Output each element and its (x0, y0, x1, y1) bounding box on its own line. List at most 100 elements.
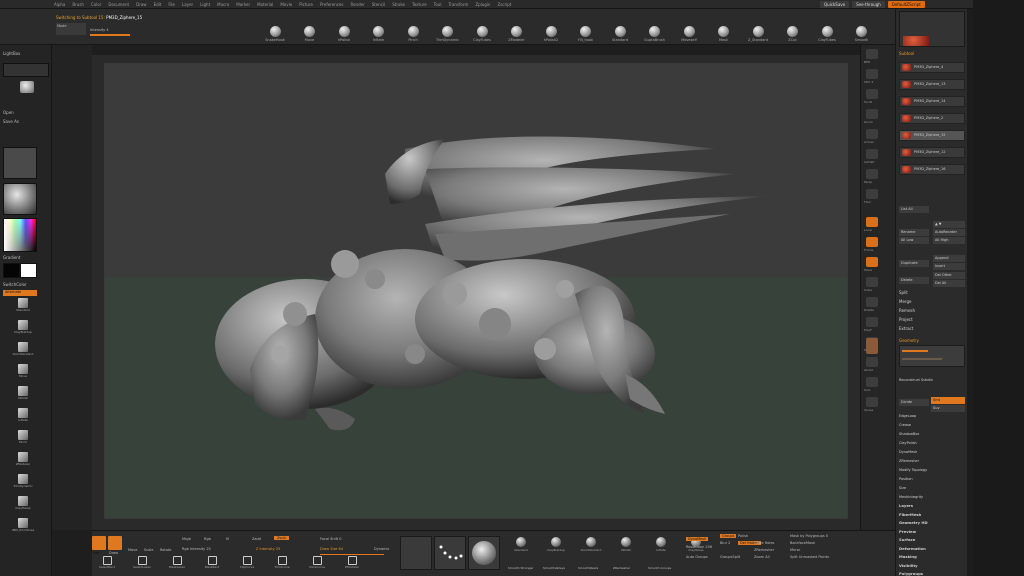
quick-brush[interactable]: hPolish (613, 537, 639, 552)
see-through-slider[interactable]: See-through (852, 1, 885, 8)
shelf-brush[interactable]: Pinch (400, 26, 426, 42)
tool-submenu[interactable]: Surface (899, 537, 915, 542)
left-tool-item[interactable]: DamStandard (10, 342, 36, 356)
menu-item[interactable]: Tool (434, 2, 442, 7)
selection-tool[interactable]: SelectRect (94, 556, 120, 569)
focal-shift-slider[interactable]: Focal Shift 0 (320, 537, 341, 541)
blur-slider[interactable]: Blur 2 (720, 541, 730, 545)
list-all-button[interactable]: List All (899, 206, 929, 213)
draw-button[interactable] (108, 536, 122, 550)
rotate-button[interactable]: Rotate (160, 548, 171, 552)
geometry-submenu[interactable]: Crease (899, 423, 911, 427)
m-toggle[interactable]: M (226, 537, 229, 541)
right-shelf-button[interactable] (866, 217, 878, 227)
viewport-canvas[interactable] (104, 63, 848, 519)
shelf-brush[interactable]: ZModeler (504, 26, 530, 42)
default-zscript-button[interactable]: DefaultZScript (887, 1, 925, 8)
polish-slider[interactable]: Polish (738, 534, 748, 538)
insert-button[interactable]: Insert (933, 263, 965, 270)
menu-item[interactable]: Alpha (54, 2, 65, 7)
shelf-brush[interactable]: Mask (711, 26, 737, 42)
smooth-brush[interactable]: SmoothValleys (543, 566, 565, 570)
shelf-brush[interactable]: SnakeHook (262, 26, 288, 42)
all-high-button[interactable]: All High (933, 237, 965, 244)
right-shelf-button[interactable] (866, 69, 878, 79)
subtool-arrow-buttons[interactable]: ▲ ▼ (933, 221, 965, 228)
selection-tool[interactable]: MaskRect (199, 556, 225, 569)
menu-item[interactable]: Movie (280, 2, 292, 7)
geometry-submenu[interactable]: ClayPolish (899, 441, 917, 445)
menu-item[interactable]: Document (108, 2, 129, 7)
selection-tool[interactable]: SliceCurve (304, 556, 330, 569)
alternate-button[interactable]: Alternate (3, 290, 37, 296)
backface-mask-toggle[interactable]: BackfaceMask (790, 541, 815, 545)
alpha-slot[interactable] (3, 147, 37, 179)
left-tool-item[interactable]: IMM_Primitives (10, 518, 36, 532)
right-shelf-button[interactable] (866, 149, 878, 159)
menu-item[interactable]: Picture (299, 2, 313, 7)
sculpt-model[interactable] (105, 64, 848, 519)
all-low-button[interactable]: All Low (899, 237, 929, 244)
intensity-slider[interactable]: Intensity 4 (90, 28, 109, 32)
rename-button[interactable]: Rename (899, 229, 929, 236)
project-menu[interactable]: Project (899, 317, 913, 322)
tool-submenu[interactable]: FiberMesh (899, 512, 921, 517)
geometry-submenu[interactable]: DynaMesh (899, 450, 917, 454)
brush-slot[interactable] (468, 536, 500, 570)
left-tool-item[interactable]: TrimDynamic (10, 474, 36, 488)
zoom-all-button[interactable]: Zoom All (754, 555, 770, 559)
z-intensity-slider[interactable]: Z Intensity 25 (256, 547, 280, 551)
color-picker[interactable] (3, 218, 37, 252)
groups-split-button[interactable]: GroupsSplit (720, 555, 740, 559)
split-unmasked-button[interactable]: Split Unmasked Points (790, 555, 829, 559)
quick-brush[interactable]: Inflate (648, 537, 674, 552)
mrgb-toggle[interactable]: Mrgb (182, 537, 191, 541)
extract-menu[interactable]: Extract (899, 326, 913, 331)
rgb-intensity-slider[interactable]: Rgb Intensity 25 (182, 547, 211, 551)
edit-button[interactable] (92, 536, 106, 550)
subdiv-level-slider[interactable] (899, 345, 965, 367)
mode-toggle[interactable]: Mode (56, 23, 86, 35)
move-button[interactable]: Move (128, 548, 137, 552)
subtool-item[interactable]: PM3D_Ziphere_13 (899, 79, 965, 90)
shelf-brush[interactable]: ClayTubes (469, 26, 495, 42)
geometry-header[interactable]: Geometry (899, 338, 919, 343)
right-shelf-button[interactable] (866, 277, 878, 287)
right-shelf-button[interactable] (866, 397, 878, 407)
geometry-submenu[interactable]: Modify Topology (899, 468, 927, 472)
left-tool-item[interactable]: Standard (10, 298, 36, 312)
quick-brush[interactable]: ClayBuildup (543, 537, 569, 552)
suv-toggle[interactable]: Suv (931, 405, 965, 412)
brush-thumb-icon[interactable] (20, 81, 34, 93)
right-shelf-button[interactable] (866, 257, 878, 267)
dynamic-toggle[interactable]: Dynamic (374, 547, 389, 551)
left-tool-item[interactable]: Inflate (10, 408, 36, 422)
delete-button[interactable]: Delete (899, 277, 929, 284)
geometry-submenu[interactable]: Position (899, 477, 913, 481)
menu-item[interactable]: Transform (448, 2, 468, 7)
tool-thumbnails[interactable] (899, 11, 965, 47)
lightbox-label[interactable]: LightBox (3, 51, 20, 56)
menu-item[interactable]: Render (350, 2, 364, 7)
shelf-brush[interactable]: Z_Standard (745, 26, 771, 42)
right-shelf-button[interactable] (866, 297, 878, 307)
material-sphere-icon[interactable] (3, 183, 37, 215)
shelf-brush[interactable]: TrimDynamic (435, 26, 461, 42)
left-tool-item[interactable]: ZModeler (10, 452, 36, 466)
left-tool-item[interactable]: Move (10, 364, 36, 378)
menu-item[interactable]: Stroke (392, 2, 405, 7)
shelf-brush[interactable]: hPolish (331, 26, 357, 42)
shelf-brush[interactable]: Fill_hook (573, 26, 599, 42)
draw-size-slider[interactable]: Draw Size 64 (320, 547, 343, 551)
resolution-slider[interactable]: Resolution 256 (686, 545, 712, 549)
brush-selector[interactable] (3, 63, 49, 77)
menu-item[interactable]: Stencil (372, 2, 386, 7)
menu-item[interactable]: Zplugin (475, 2, 490, 7)
menu-item[interactable]: Light (200, 2, 210, 7)
right-shelf-button[interactable] (866, 169, 878, 179)
del-other-button[interactable]: Del Other (933, 272, 965, 279)
menu-item[interactable]: Material (257, 2, 273, 7)
subtool-item[interactable]: PM3D_Ziphere_15 (899, 130, 965, 141)
smooth-brush[interactable]: SmoothPeaks (578, 566, 598, 570)
left-tool-item[interactable]: ClayBuildup (10, 320, 36, 334)
